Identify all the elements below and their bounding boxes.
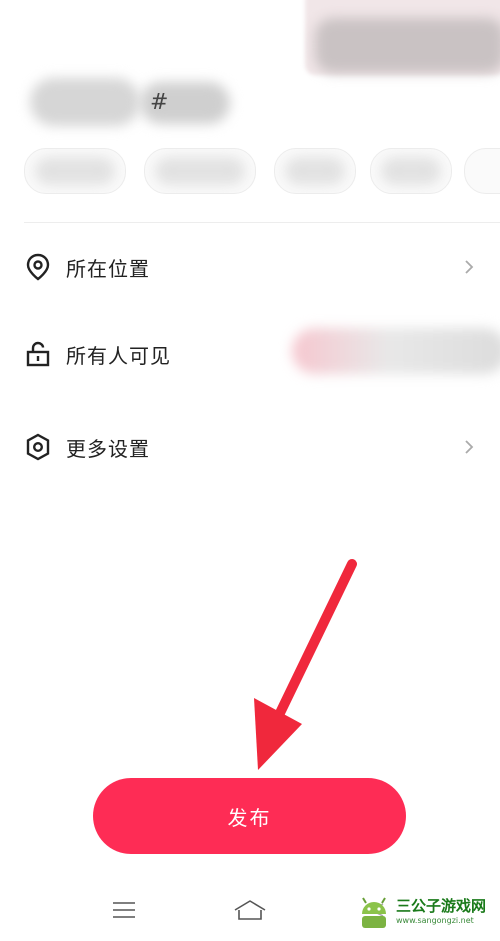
system-nav-bar: 三公子游戏网 www.sangongzi.net [0, 878, 500, 941]
topic-tag-chip[interactable] [370, 148, 452, 194]
red-arrow-icon [254, 559, 357, 770]
mention-blur-1 [30, 78, 140, 126]
settings-row-more[interactable]: 更多设置 [0, 411, 500, 483]
settings-row-label: 所在位置 [66, 256, 150, 281]
hashtag-glyph: # [150, 90, 169, 115]
topic-tag-chip[interactable] [144, 148, 256, 194]
topic-tag-chip[interactable]: # [464, 148, 500, 194]
site-watermark: 三公子游戏网 www.sangongzi.net [354, 889, 494, 935]
android-logo-icon [362, 897, 386, 928]
menu-icon[interactable] [104, 892, 144, 928]
settings-row-location[interactable]: 所在位置 [0, 231, 500, 303]
visibility-value-blur [292, 328, 500, 374]
chevron-right-icon [465, 260, 474, 274]
topic-tag-chip[interactable] [274, 148, 356, 194]
settings-row-label: 所有人可见 [66, 343, 171, 368]
cover-blur-region [315, 18, 500, 73]
watermark-url: www.sangongzi.net [396, 916, 474, 925]
location-pin-icon [25, 253, 51, 281]
publish-settings-screen: # # 所在位置 所有人可见 [0, 0, 500, 941]
home-icon[interactable] [230, 892, 270, 928]
publish-button[interactable]: 发布 [93, 778, 406, 854]
unlock-icon [25, 341, 51, 367]
topic-tag-row: # [24, 148, 500, 194]
topic-tag-chip[interactable] [24, 148, 126, 194]
section-divider [24, 222, 500, 223]
watermark-title: 三公子游戏网 [396, 897, 487, 915]
hexagon-settings-icon [25, 433, 51, 461]
chevron-right-icon [465, 440, 474, 454]
settings-row-label: 更多设置 [66, 436, 150, 461]
